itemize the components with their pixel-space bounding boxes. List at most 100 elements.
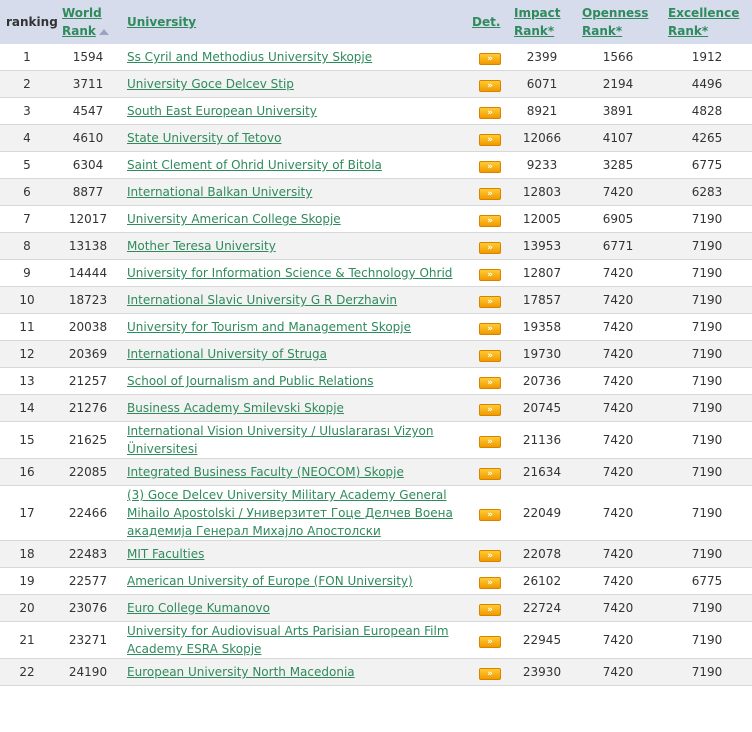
cell-university: School of Journalism and Public Relation… <box>122 367 470 395</box>
cell-ranking: 20 <box>0 594 54 622</box>
university-link[interactable]: International Slavic University G R Derz… <box>127 293 397 307</box>
cell-world-rank: 4547 <box>54 97 122 125</box>
cell-excellence-rank: 4828 <box>662 97 752 125</box>
cell-ranking: 9 <box>0 259 54 287</box>
header-excellence[interactable]: Excellence Rank* <box>662 0 752 44</box>
header-world-rank[interactable]: World Rank <box>54 0 122 44</box>
header-det[interactable]: Det. <box>470 0 510 44</box>
cell-university: European University North Macedonia <box>122 658 470 686</box>
university-link[interactable]: Ss Cyril and Methodius University Skopje <box>127 50 372 64</box>
table-row: 22 24190 European University North Macedon… <box>0 658 752 686</box>
cell-impact-rank: 17857 <box>510 286 574 314</box>
university-link[interactable]: Integrated Business Faculty (NEOCOM) Sko… <box>127 465 404 479</box>
cell-excellence-rank: 7190 <box>662 458 752 486</box>
university-link[interactable]: MIT Faculties <box>127 547 204 561</box>
double-chevron-right-icon[interactable]: » <box>479 577 501 589</box>
cell-openness-rank: 3285 <box>574 151 662 179</box>
cell-openness-rank: 2194 <box>574 70 662 98</box>
cell-det: » <box>470 540 510 568</box>
cell-world-rank: 21257 <box>54 367 122 395</box>
university-link[interactable]: University for Audiovisual Arts Parisian… <box>127 624 449 656</box>
cell-ranking: 1 <box>0 44 54 71</box>
cell-openness-rank: 7420 <box>574 458 662 486</box>
double-chevron-right-icon[interactable]: » <box>479 134 501 146</box>
header-impact[interactable]: Impact Rank* <box>510 0 574 44</box>
double-chevron-right-icon[interactable]: » <box>479 296 501 308</box>
excellence-sort-link[interactable]: Excellence Rank* <box>668 4 750 38</box>
university-link[interactable]: Business Academy Smilevski Skopje <box>127 401 344 415</box>
cell-ranking: 7 <box>0 205 54 233</box>
cell-ranking: 16 <box>0 458 54 486</box>
double-chevron-right-icon[interactable]: » <box>479 350 501 362</box>
cell-openness-rank: 7420 <box>574 594 662 622</box>
university-link[interactable]: University American College Skopje <box>127 212 341 226</box>
double-chevron-right-icon[interactable]: » <box>479 604 501 616</box>
university-link[interactable]: University for Information Science & Tec… <box>127 266 452 280</box>
university-link[interactable]: South East European University <box>127 104 317 118</box>
double-chevron-right-icon[interactable]: » <box>479 436 501 448</box>
university-link[interactable]: European University North Macedonia <box>127 665 355 679</box>
det-sort-link[interactable]: Det. <box>472 15 500 29</box>
cell-det: » <box>470 178 510 206</box>
double-chevron-right-icon[interactable]: » <box>479 377 501 389</box>
double-chevron-right-icon[interactable]: » <box>479 242 501 254</box>
double-chevron-right-icon[interactable]: » <box>479 215 501 227</box>
cell-det: » <box>470 286 510 314</box>
cell-world-rank: 22483 <box>54 540 122 568</box>
university-sort-link[interactable]: University <box>127 15 196 29</box>
university-link[interactable]: (3) Goce Delcev University Military Acad… <box>127 488 453 538</box>
world-rank-sort-link[interactable]: World Rank <box>62 4 120 38</box>
impact-label-2: Rank* <box>514 24 555 38</box>
double-chevron-right-icon[interactable]: » <box>479 468 501 480</box>
university-link[interactable]: International University of Struga <box>127 347 327 361</box>
cell-university: University for Tourism and Management Sk… <box>122 313 470 341</box>
double-chevron-right-icon[interactable]: » <box>479 668 501 680</box>
cell-world-rank: 24190 <box>54 658 122 686</box>
cell-openness-rank: 7420 <box>574 658 662 686</box>
table-row: 11 20038 University for Tourism and Manage… <box>0 313 752 341</box>
university-link[interactable]: Saint Clement of Ohrid University of Bit… <box>127 158 382 172</box>
double-chevron-right-icon[interactable]: » <box>479 80 501 92</box>
university-link[interactable]: University for Tourism and Management Sk… <box>127 320 411 334</box>
double-chevron-right-icon[interactable]: » <box>479 550 501 562</box>
university-link[interactable]: School of Journalism and Public Relation… <box>127 374 373 388</box>
cell-det: » <box>470 367 510 395</box>
double-chevron-right-icon[interactable]: » <box>479 188 501 200</box>
double-chevron-right-icon[interactable]: » <box>479 161 501 173</box>
university-link[interactable]: American University of Europe (FON Unive… <box>127 574 413 588</box>
double-chevron-right-icon[interactable]: » <box>479 269 501 281</box>
double-chevron-right-icon[interactable]: » <box>479 323 501 335</box>
cell-university: MIT Faculties <box>122 540 470 568</box>
cell-world-rank: 8877 <box>54 178 122 206</box>
double-chevron-right-icon[interactable]: » <box>479 636 501 648</box>
cell-world-rank: 23076 <box>54 594 122 622</box>
double-chevron-right-icon[interactable]: » <box>479 509 501 521</box>
cell-openness-rank: 7420 <box>574 621 662 659</box>
cell-world-rank: 22577 <box>54 567 122 595</box>
university-link[interactable]: University Goce Delcev Stip <box>127 77 294 91</box>
impact-sort-link[interactable]: Impact Rank* <box>514 4 572 38</box>
university-link[interactable]: Mother Teresa University <box>127 239 276 253</box>
cell-university: State University of Tetovo <box>122 124 470 152</box>
cell-openness-rank: 1566 <box>574 44 662 71</box>
cell-openness-rank: 7420 <box>574 485 662 541</box>
cell-ranking: 22 <box>0 658 54 686</box>
openness-sort-link[interactable]: Openness Rank* <box>582 4 660 38</box>
sort-ascending-icon[interactable] <box>98 28 109 35</box>
world-rank-label-1: World <box>62 6 102 20</box>
header-openness[interactable]: Openness Rank* <box>574 0 662 44</box>
cell-impact-rank: 26102 <box>510 567 574 595</box>
cell-det: » <box>470 458 510 486</box>
university-link[interactable]: International Vision University / Ulusla… <box>127 424 434 456</box>
university-link[interactable]: Euro College Kumanovo <box>127 601 270 615</box>
university-link[interactable]: State University of Tetovo <box>127 131 281 145</box>
header-university[interactable]: University <box>122 0 470 44</box>
cell-openness-rank: 3891 <box>574 97 662 125</box>
double-chevron-right-icon[interactable]: » <box>479 53 501 65</box>
excellence-label-1: Excellence <box>668 6 740 20</box>
university-link[interactable]: International Balkan University <box>127 185 312 199</box>
double-chevron-right-icon[interactable]: » <box>479 107 501 119</box>
cell-university: Saint Clement of Ohrid University of Bit… <box>122 151 470 179</box>
cell-impact-rank: 22724 <box>510 594 574 622</box>
double-chevron-right-icon[interactable]: » <box>479 404 501 416</box>
